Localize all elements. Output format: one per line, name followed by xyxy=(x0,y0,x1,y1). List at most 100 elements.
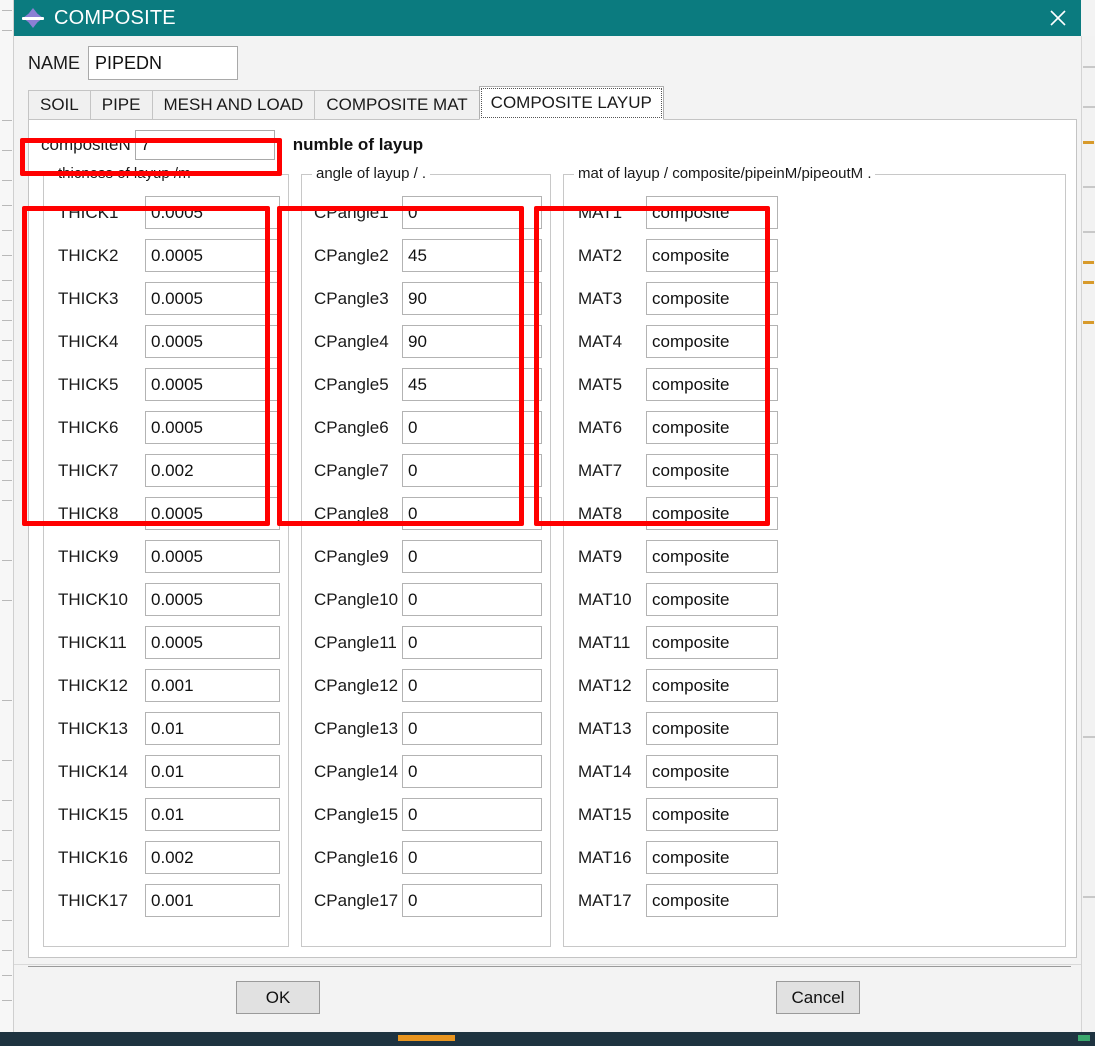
thickness-row: THICK2 xyxy=(52,234,280,277)
angle-input[interactable] xyxy=(402,669,542,702)
thickness-input[interactable] xyxy=(145,884,280,917)
thickness-input[interactable] xyxy=(145,712,280,745)
mat-input[interactable] xyxy=(646,454,778,487)
mat-input[interactable] xyxy=(646,798,778,831)
angle-label: CPangle12 xyxy=(314,675,399,695)
angle-input[interactable] xyxy=(402,325,542,358)
angle-input[interactable] xyxy=(402,798,542,831)
mat-group: mat of layup / composite/pipeinM/pipeout… xyxy=(563,165,1066,947)
angle-input[interactable] xyxy=(402,884,542,917)
composite-n-row: compositeN numble of layup xyxy=(29,120,1076,160)
angle-row: CPangle5 xyxy=(310,363,542,406)
mat-row: MAT15 xyxy=(572,793,1057,836)
angle-input[interactable] xyxy=(402,196,542,229)
mat-input[interactable] xyxy=(646,411,778,444)
thickness-input[interactable] xyxy=(145,540,280,573)
mat-input[interactable] xyxy=(646,712,778,745)
angle-label: CPangle17 xyxy=(314,890,399,910)
mat-label: MAT7 xyxy=(578,460,623,480)
angle-input[interactable] xyxy=(402,497,542,530)
angle-input[interactable] xyxy=(402,841,542,874)
thickness-label: THICK2 xyxy=(58,245,119,265)
tab-composite-layup[interactable]: COMPOSITE LAYUP xyxy=(478,86,664,120)
angle-input[interactable] xyxy=(402,239,542,272)
thickness-input[interactable] xyxy=(145,626,280,659)
ok-button[interactable]: OK xyxy=(236,981,320,1014)
thickness-input[interactable] xyxy=(145,841,280,874)
background-ghost-line xyxy=(2,420,12,421)
background-ghost-line xyxy=(2,920,12,921)
composite-n-input[interactable] xyxy=(134,130,275,160)
angle-input[interactable] xyxy=(402,454,542,487)
mat-row: MAT6 xyxy=(572,406,1057,449)
thickness-label: THICK5 xyxy=(58,374,119,394)
dialog-footer: OK Cancel xyxy=(14,964,1081,1032)
thickness-row: THICK15 xyxy=(52,793,280,836)
mat-label: MAT17 xyxy=(578,890,632,910)
thickness-input[interactable] xyxy=(145,583,280,616)
mat-input[interactable] xyxy=(646,841,778,874)
thickness-input[interactable] xyxy=(145,497,280,530)
thickness-input[interactable] xyxy=(145,411,280,444)
thickness-input[interactable] xyxy=(145,282,280,315)
composite-layup-panel: compositeN numble of layup thicness of l… xyxy=(28,119,1077,958)
mat-input[interactable] xyxy=(646,669,778,702)
angle-input[interactable] xyxy=(402,712,542,745)
thickness-input[interactable] xyxy=(145,454,280,487)
mat-input[interactable] xyxy=(646,368,778,401)
mat-input[interactable] xyxy=(646,239,778,272)
cancel-button[interactable]: Cancel xyxy=(776,981,860,1014)
thickness-input[interactable] xyxy=(145,368,280,401)
angle-row: CPangle4 xyxy=(310,320,542,363)
thickness-input[interactable] xyxy=(145,798,280,831)
thickness-input[interactable] xyxy=(145,755,280,788)
background-ghost-line xyxy=(2,890,12,891)
mat-input[interactable] xyxy=(646,282,778,315)
thickness-group: thicness of layup /m THICK1THICK2THICK3T… xyxy=(43,165,289,947)
angle-group: angle of layup / . CPangle1CPangle2CPang… xyxy=(301,165,551,947)
window-title: COMPOSITE xyxy=(54,6,176,29)
tab-composite-mat[interactable]: COMPOSITE MAT xyxy=(314,90,479,120)
mat-input[interactable] xyxy=(646,196,778,229)
mat-input[interactable] xyxy=(646,325,778,358)
mat-input[interactable] xyxy=(646,497,778,530)
thickness-input[interactable] xyxy=(145,239,280,272)
tab-pipe[interactable]: PIPE xyxy=(89,90,152,120)
mat-input[interactable] xyxy=(646,884,778,917)
angle-input[interactable] xyxy=(402,626,542,659)
angle-label: CPangle7 xyxy=(314,460,389,480)
mat-input[interactable] xyxy=(646,583,778,616)
mat-label: MAT3 xyxy=(578,288,623,308)
composite-n-label: compositeN xyxy=(41,135,131,154)
angle-input[interactable] xyxy=(402,583,542,616)
mat-input[interactable] xyxy=(646,755,778,788)
thickness-input[interactable] xyxy=(145,669,280,702)
name-input[interactable] xyxy=(88,46,239,80)
angle-row: CPangle14 xyxy=(310,750,542,793)
angle-input[interactable] xyxy=(402,368,542,401)
close-icon[interactable] xyxy=(1035,0,1081,36)
angle-row: CPangle1 xyxy=(310,191,542,234)
thickness-input[interactable] xyxy=(145,325,280,358)
composite-dialog: COMPOSITE NAME SOIL PIPE MESH AND LOAD C… xyxy=(14,0,1081,1032)
angle-input[interactable] xyxy=(402,755,542,788)
mat-input[interactable] xyxy=(646,540,778,573)
mat-row: MAT11 xyxy=(572,621,1057,664)
angle-label: CPangle14 xyxy=(314,761,399,781)
thickness-row: THICK14 xyxy=(52,750,280,793)
mat-row: MAT8 xyxy=(572,492,1057,535)
taskbar-item-accent-secondary xyxy=(1078,1035,1090,1041)
angle-label: CPangle11 xyxy=(314,632,397,652)
angle-input[interactable] xyxy=(402,282,542,315)
angle-row-list: CPangle1 CPangle2 CPangle3 CPangle4 CPangle5… xyxy=(310,191,542,922)
thickness-row: THICK8 xyxy=(52,492,280,535)
background-ghost-line xyxy=(2,800,12,801)
tab-soil[interactable]: SOIL xyxy=(28,90,90,120)
angle-input[interactable] xyxy=(402,411,542,444)
mat-label: MAT8 xyxy=(578,503,623,523)
angle-input[interactable] xyxy=(402,540,542,573)
mat-input[interactable] xyxy=(646,626,778,659)
tab-mesh-and-load[interactable]: MESH AND LOAD xyxy=(151,90,315,120)
thickness-input[interactable] xyxy=(145,196,280,229)
dialog-body: NAME SOIL PIPE MESH AND LOAD COMPOSITE M… xyxy=(14,36,1081,1032)
